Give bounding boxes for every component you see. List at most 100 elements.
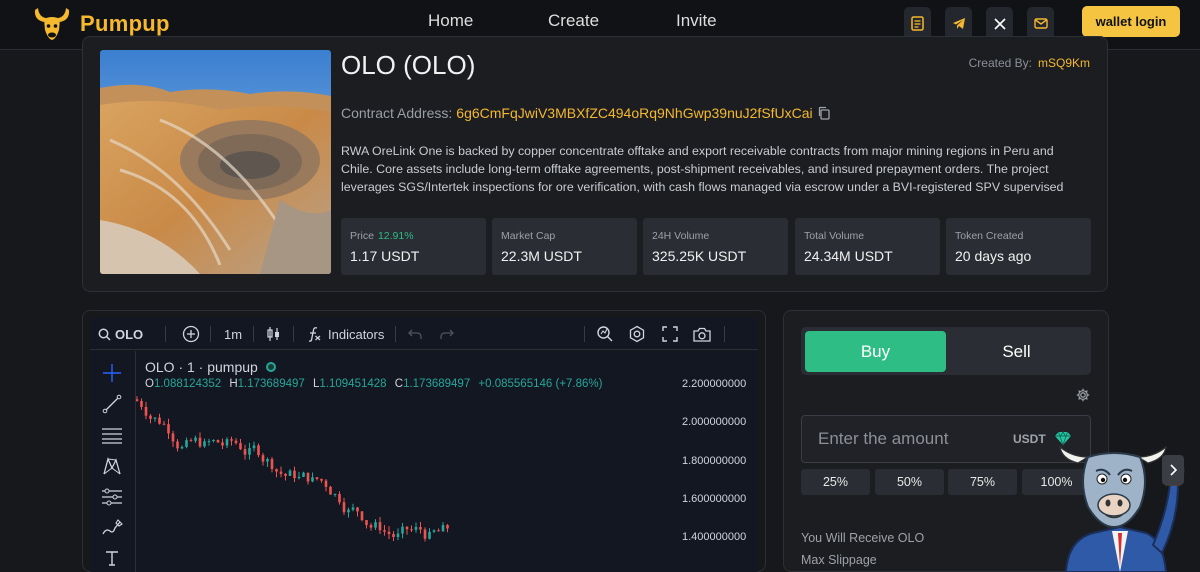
chart-legend: OLO · 1 · pumpup xyxy=(145,359,276,375)
zoom-icon xyxy=(597,326,613,342)
symbol-label: OLO xyxy=(115,326,144,342)
settings-button[interactable] xyxy=(628,318,646,350)
candle-body xyxy=(153,417,157,419)
candle-body xyxy=(342,502,346,513)
slippage-label: Max Slippage xyxy=(801,553,877,567)
expand-panel-button[interactable] xyxy=(1162,455,1184,485)
candle-body xyxy=(297,476,301,479)
quick-search-button[interactable] xyxy=(596,318,614,350)
symbol-search[interactable]: OLO xyxy=(98,318,143,350)
fullscreen-button[interactable] xyxy=(662,318,678,350)
crosshair-tool[interactable] xyxy=(98,360,126,386)
ohlc-change: +0.085565146 (+7.86%) xyxy=(478,378,603,390)
chevron-right-icon xyxy=(1170,464,1177,476)
prediction-tool[interactable] xyxy=(98,484,126,510)
ohlc-low: 1.109451428 xyxy=(319,378,387,390)
candles-icon xyxy=(267,327,279,341)
candle-body xyxy=(378,522,382,531)
candle-body xyxy=(329,486,332,495)
creator-link[interactable]: mSQ9Km xyxy=(1038,56,1090,70)
nav-home[interactable]: Home xyxy=(428,11,473,31)
candle-body xyxy=(356,507,359,512)
brush-tool[interactable] xyxy=(98,515,126,541)
stat-24h-volume: 24H Volume 325.25K USDT xyxy=(643,218,788,275)
percent-75-button[interactable]: 75% xyxy=(948,469,1017,495)
contract-address[interactable]: 6g6CmFqJwiV3MBXfZC494oRq9NhGwp39nuJ2fSfU… xyxy=(456,105,812,121)
ohlc-open: 1.088124352 xyxy=(153,378,222,390)
snapshot-button[interactable] xyxy=(693,318,711,350)
nav-invite[interactable]: Invite xyxy=(676,11,717,31)
ohlc-high: 1.173689497 xyxy=(237,378,305,390)
contract-address-row: Contract Address: 6g6CmFqJwiV3MBXfZC494o… xyxy=(341,105,831,121)
candle-body xyxy=(423,529,427,539)
candle-body xyxy=(212,440,215,442)
candle-body xyxy=(410,529,413,531)
y-tick-label: 1.800000000 xyxy=(682,455,747,467)
buy-tab[interactable]: Buy xyxy=(805,331,946,372)
nav-create[interactable]: Create xyxy=(548,11,599,31)
candle-body xyxy=(383,530,386,532)
token-description: RWA OreLink One is backed by copper conc… xyxy=(341,144,1064,194)
indicators-button[interactable]: Indicators xyxy=(306,318,384,350)
plus-circle-icon xyxy=(182,325,200,343)
candle-body xyxy=(189,440,193,442)
candle-body xyxy=(293,470,296,479)
x-icon xyxy=(993,17,1006,30)
candle-body xyxy=(360,511,364,521)
compare-button[interactable] xyxy=(182,318,200,350)
candle-body xyxy=(203,441,206,447)
candle-body xyxy=(279,471,283,474)
candle-body xyxy=(405,526,409,530)
stat-value: 325.25K USDT xyxy=(652,248,747,264)
candle-body xyxy=(441,525,445,532)
stat-label: Market Cap xyxy=(501,230,556,242)
candle-body xyxy=(284,473,287,476)
camera-icon xyxy=(693,327,711,342)
candle-body xyxy=(230,439,233,441)
candle-body xyxy=(194,437,197,441)
ohlc-readout: O1.088124352 H1.173689497 L1.109451428 C… xyxy=(145,378,603,390)
stat-value: 20 days ago xyxy=(955,248,1032,264)
candle-body xyxy=(252,445,256,449)
undo-button[interactable] xyxy=(408,318,422,350)
function-icon xyxy=(308,327,321,342)
candle-body xyxy=(176,441,179,449)
usdt-gem-icon[interactable] xyxy=(1054,431,1072,446)
ohlc-close: 1.173689497 xyxy=(403,378,471,390)
trend-line-tool[interactable] xyxy=(98,391,126,417)
market-status-dot xyxy=(265,362,276,372)
redo-button[interactable] xyxy=(440,318,454,350)
candle-body xyxy=(288,470,292,476)
amount-input[interactable] xyxy=(818,428,998,450)
sell-tab[interactable]: Sell xyxy=(946,331,1087,372)
fib-lines-icon xyxy=(102,428,122,444)
wallet-login-button[interactable]: wallet login xyxy=(1082,6,1180,37)
candle-body xyxy=(428,531,431,539)
brand-name: Pumpup xyxy=(80,11,170,36)
bull-logo-icon xyxy=(34,8,70,40)
candle-body xyxy=(315,477,319,479)
pattern-tool[interactable] xyxy=(98,453,126,479)
stat-token-created: Token Created 20 days ago xyxy=(946,218,1091,275)
stat-value: 24.34M USDT xyxy=(804,248,893,264)
candle-body xyxy=(180,446,184,449)
gear-icon[interactable] xyxy=(1076,388,1090,402)
candle-body xyxy=(419,527,422,530)
copy-icon[interactable] xyxy=(817,106,831,120)
fib-tool[interactable] xyxy=(98,422,126,448)
fullscreen-icon xyxy=(662,326,678,342)
y-tick-label: 2.200000000 xyxy=(682,378,747,390)
hexagon-settings-icon xyxy=(629,325,645,343)
candle-body xyxy=(234,440,238,444)
candle-body xyxy=(140,400,143,407)
interval-button[interactable]: 1m xyxy=(224,318,242,350)
percent-25-button[interactable]: 25% xyxy=(801,469,870,495)
percent-50-button[interactable]: 50% xyxy=(875,469,944,495)
candle-body xyxy=(306,472,310,482)
text-tool[interactable] xyxy=(98,545,126,571)
created-by: Created By: mSQ9Km xyxy=(969,56,1090,70)
candle-body xyxy=(302,472,305,477)
search-icon xyxy=(98,328,111,341)
chart-type-button[interactable] xyxy=(266,318,282,350)
candle-body xyxy=(221,442,224,446)
